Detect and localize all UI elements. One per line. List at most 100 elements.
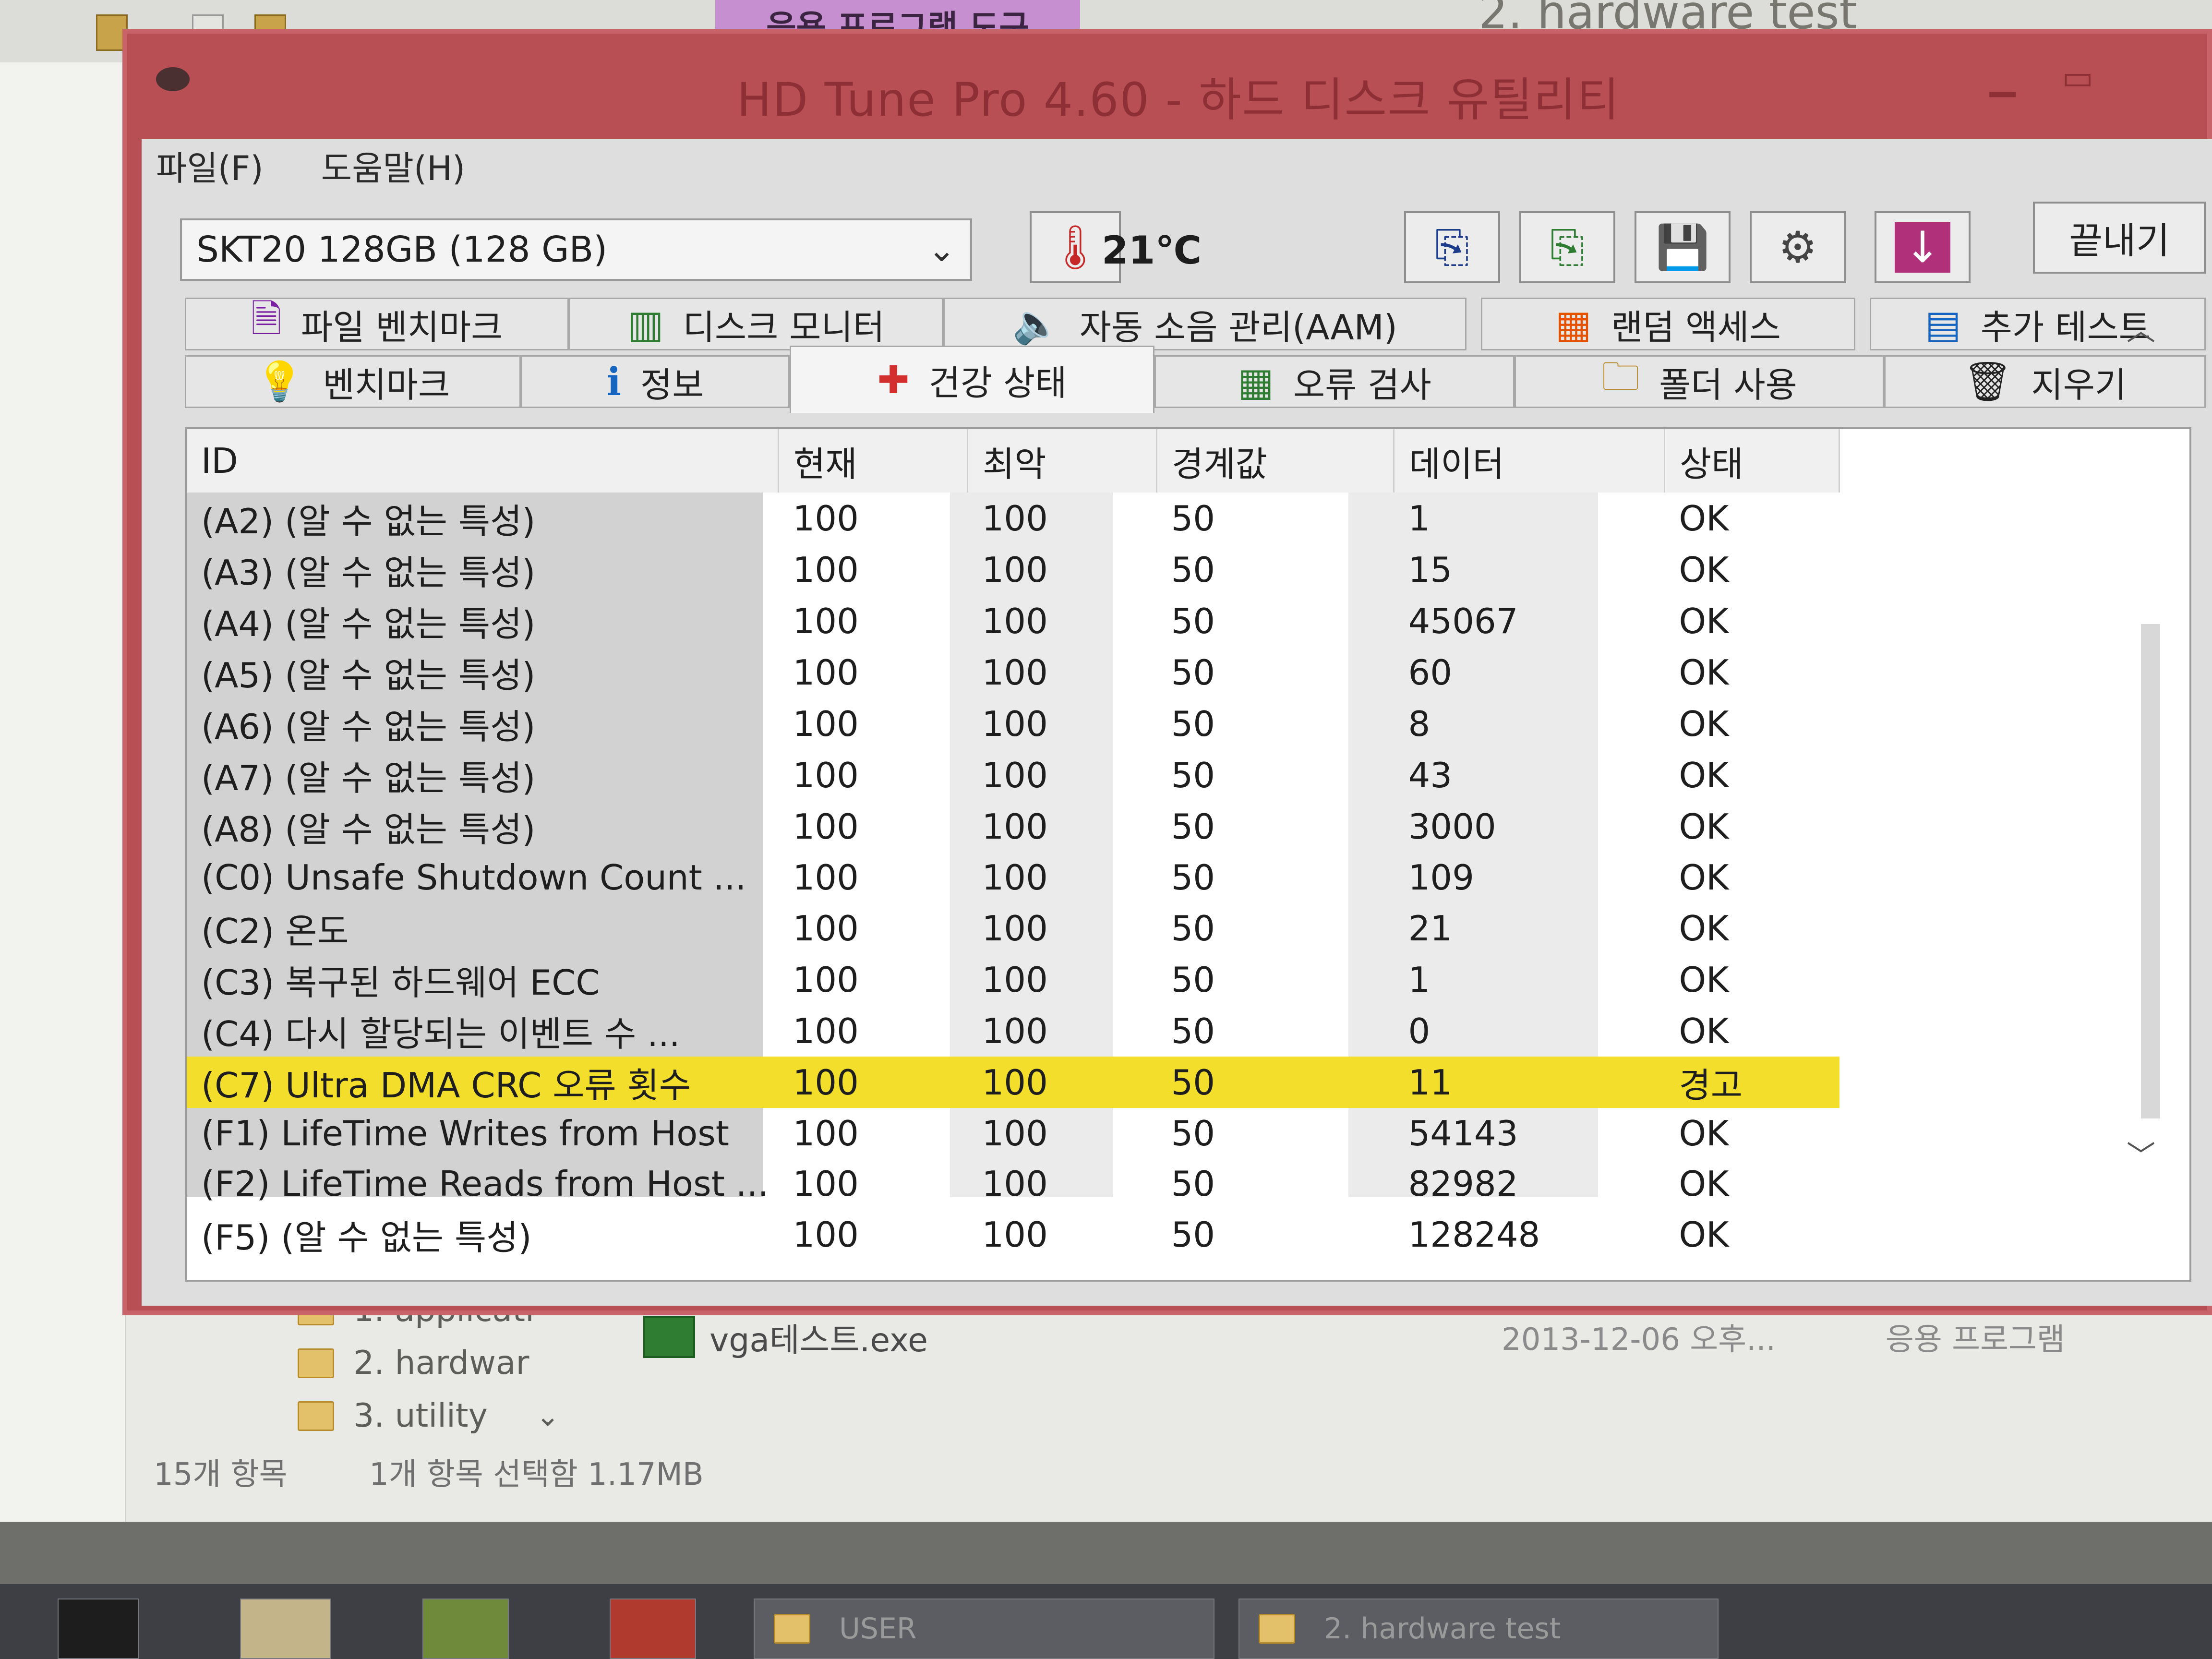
cell-status: OK bbox=[1679, 498, 1729, 539]
cell-data: 1 bbox=[1408, 498, 1431, 539]
cell-data: 128248 bbox=[1408, 1214, 1540, 1255]
nav-folder-label: 3. utility bbox=[353, 1397, 488, 1435]
tab-erase[interactable]: 🗑 지우기 bbox=[1884, 355, 2206, 408]
taskbar-item-user[interactable]: USER bbox=[754, 1599, 1214, 1659]
taskbar-item-hardware-test[interactable]: 2. hardware test bbox=[1238, 1599, 1719, 1659]
cell-data: 45067 bbox=[1408, 601, 1518, 641]
cell-worst: 100 bbox=[982, 755, 1048, 795]
cell-id: (A2) (알 수 없는 특성) bbox=[201, 501, 536, 541]
cell-id: (C4) 다시 할당되는 이벤트 수 ... bbox=[201, 1014, 680, 1054]
menu-file[interactable]: 파일(F) bbox=[156, 142, 264, 190]
file-date: 2013-12-06 오후... bbox=[1502, 1322, 1776, 1358]
column-header-threshold[interactable]: 경계값 bbox=[1156, 429, 1395, 493]
table-row[interactable]: (C0) Unsafe Shutdown Count ... 100 100 50 10… bbox=[187, 852, 1839, 902]
cell-current: 100 bbox=[793, 1214, 859, 1255]
cell-id: (A7) (알 수 없는 특성) bbox=[201, 758, 536, 798]
cell-threshold: 50 bbox=[1171, 1113, 1215, 1154]
scrollbar[interactable] bbox=[2141, 624, 2160, 1118]
cell-current: 100 bbox=[793, 857, 859, 898]
temperature-value: 21℃ bbox=[1102, 228, 1202, 273]
title-bar[interactable]: HD Tune Pro 4.60 - 하드 디스크 유틸리티 ▁ ▭ bbox=[127, 34, 2207, 130]
browser-taskbar-icon[interactable] bbox=[610, 1599, 696, 1659]
table-row[interactable]: (C4) 다시 할당되는 이벤트 수 ... 100 100 50 0 OK bbox=[187, 1005, 1839, 1057]
cell-current: 100 bbox=[793, 959, 859, 1000]
tab-file-benchmark[interactable]: 🗎 파일 벤치마크 bbox=[185, 297, 569, 350]
nav-folder-3[interactable]: 3. utility ⌄ bbox=[298, 1397, 560, 1435]
cell-worst: 100 bbox=[982, 1113, 1048, 1154]
column-header-worst[interactable]: 최악 bbox=[967, 429, 1157, 493]
table-row[interactable]: (A7) (알 수 없는 특성) 100 100 50 43 OK bbox=[187, 749, 1839, 801]
tab-info[interactable]: ℹ 정보 bbox=[521, 355, 790, 408]
table-row[interactable]: (C7) Ultra DMA CRC 오류 횟수 100 100 50 11 경고 bbox=[187, 1057, 1839, 1108]
copy-info-button[interactable]: ⎘ bbox=[1404, 211, 1500, 283]
table-body: (A2) (알 수 없는 특성) 100 100 50 1 OK (A3) (알 수 없는 … bbox=[187, 493, 1839, 1260]
tab-extra-tests[interactable]: ▤ 추가 테스트 bbox=[1870, 298, 2206, 350]
file-list-item[interactable]: vga테스트.exe 2013-12-06 오후... 응용 프로그램 bbox=[643, 1310, 2131, 1363]
tab-bar: 🗎 파일 벤치마크 ▥ 디스크 모니터 🔈 자동 소음 관리(AAM) ▦ 랜덤… bbox=[142, 297, 2212, 413]
table-row[interactable]: (A4) (알 수 없는 특성) 100 100 50 45067 OK bbox=[187, 595, 1839, 647]
copy-icon: ⎘ bbox=[1435, 222, 1469, 272]
chevron-down-icon[interactable]: ⌄ bbox=[927, 230, 956, 269]
tab-label: 자동 소음 관리(AAM) bbox=[1079, 307, 1397, 348]
cell-status: OK bbox=[1679, 1214, 1729, 1255]
scroll-up-arrow[interactable]: ︿ bbox=[2127, 307, 2155, 349]
options-button[interactable]: ⚙ bbox=[1750, 211, 1846, 283]
cell-threshold: 50 bbox=[1171, 1214, 1215, 1255]
copy-screenshot-button[interactable]: ⎘ bbox=[1519, 211, 1615, 283]
random-access-icon: ▦ bbox=[1555, 301, 1592, 347]
cell-worst: 100 bbox=[982, 857, 1048, 898]
exit-button[interactable]: 끝내기 bbox=[2033, 202, 2206, 274]
tab-aam[interactable]: 🔈 자동 소음 관리(AAM) bbox=[943, 298, 1467, 350]
cell-id: (F5) (알 수 없는 특성) bbox=[201, 1217, 532, 1258]
cell-worst: 100 bbox=[982, 959, 1048, 1000]
save-button[interactable]: 💾 bbox=[1635, 211, 1731, 283]
table-row[interactable]: (C3) 복구된 하드웨어 ECC 100 100 50 1 OK bbox=[187, 954, 1839, 1005]
chevron-down-icon[interactable]: ⌄ bbox=[536, 1399, 560, 1433]
tab-error-scan[interactable]: ▦ 오류 검사 bbox=[1154, 355, 1515, 408]
exe-file-icon bbox=[643, 1316, 695, 1358]
cell-threshold: 50 bbox=[1171, 652, 1215, 693]
cell-threshold: 50 bbox=[1171, 959, 1215, 1000]
table-row[interactable]: (A6) (알 수 없는 특성) 100 100 50 8 OK bbox=[187, 698, 1839, 749]
drive-select[interactable]: SKT20 128GB (128 GB) ⌄ bbox=[180, 218, 972, 281]
maximize-button[interactable]: ▭ bbox=[2062, 58, 2100, 97]
column-header-status[interactable]: 상태 bbox=[1664, 429, 1840, 493]
cell-threshold: 50 bbox=[1171, 857, 1215, 898]
table-row[interactable]: (F1) LifeTime Writes from Host 100 100 50 54… bbox=[187, 1108, 1839, 1158]
cell-id: (C3) 복구된 하드웨어 ECC bbox=[201, 962, 600, 1003]
tab-random-access[interactable]: ▦ 랜덤 액세스 bbox=[1481, 298, 1855, 350]
tab-label: 추가 테스트 bbox=[1980, 307, 2151, 348]
column-header-current[interactable]: 현재 bbox=[778, 429, 968, 493]
cell-threshold: 50 bbox=[1171, 703, 1215, 744]
table-row[interactable]: (A5) (알 수 없는 특성) 100 100 50 60 OK bbox=[187, 647, 1839, 698]
table-row[interactable]: (A2) (알 수 없는 특성) 100 100 50 1 OK bbox=[187, 493, 1839, 544]
item-count: 15개 항목 bbox=[154, 1457, 288, 1492]
cell-threshold: 50 bbox=[1171, 908, 1215, 949]
column-header-id[interactable]: ID bbox=[187, 429, 779, 493]
menu-help[interactable]: 도움말(H) bbox=[321, 142, 465, 190]
tab-disk-monitor[interactable]: ▥ 디스크 모니터 bbox=[569, 298, 943, 350]
cmd-taskbar-icon[interactable] bbox=[58, 1599, 139, 1659]
scroll-down-arrow[interactable]: ﹀ bbox=[2127, 1133, 2155, 1175]
table-row[interactable]: (A8) (알 수 없는 특성) 100 100 50 3000 OK bbox=[187, 801, 1839, 852]
tab-label: 폴더 사용 bbox=[1659, 364, 1797, 405]
cell-status: OK bbox=[1679, 652, 1729, 693]
explorer-taskbar-icon[interactable] bbox=[240, 1599, 331, 1659]
smart-attribute-table: ID 현재 최악 경계값 데이터 상태 (A2) (알 수 없는 특성) 100 1… bbox=[185, 427, 2191, 1282]
table-row[interactable]: (F2) LifeTime Reads from Host ... 100 100 5… bbox=[187, 1158, 1839, 1209]
table-row[interactable]: (A3) (알 수 없는 특성) 100 100 50 15 OK bbox=[187, 544, 1839, 595]
cell-worst: 100 bbox=[967, 1057, 1157, 1108]
minimize-button[interactable]: ▁ bbox=[1990, 58, 2028, 97]
cell-worst: 100 bbox=[982, 1010, 1048, 1051]
table-row[interactable]: (C2) 온도 100 100 50 21 OK bbox=[187, 902, 1839, 954]
nav-folder-2[interactable]: 2. hardwar bbox=[298, 1344, 529, 1382]
file-type: 응용 프로그램 bbox=[1886, 1322, 2065, 1358]
tab-folder-usage[interactable]: 🗀 폴더 사용 bbox=[1515, 354, 1884, 408]
download-button[interactable]: ↓ bbox=[1875, 211, 1971, 283]
tab-benchmark[interactable]: 💡 벤치마크 bbox=[185, 355, 521, 408]
column-header-data[interactable]: 데이터 bbox=[1394, 429, 1665, 493]
tab-health[interactable]: ✚ 건강 상태 bbox=[790, 346, 1154, 413]
table-row[interactable]: (F5) (알 수 없는 특성) 100 100 50 128248 OK bbox=[187, 1209, 1839, 1260]
cell-worst: 100 bbox=[982, 549, 1048, 590]
app-taskbar-icon[interactable] bbox=[422, 1599, 509, 1659]
